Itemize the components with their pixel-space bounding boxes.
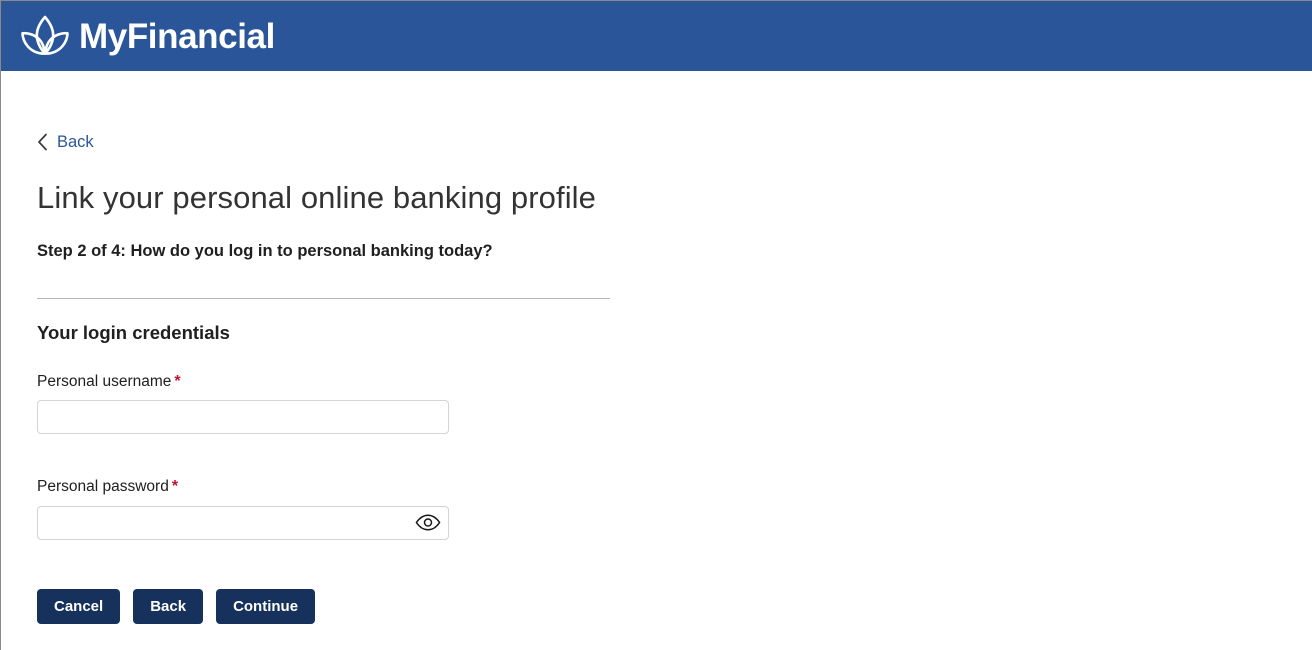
required-asterisk: * (174, 372, 181, 390)
username-field-group: Personal username * (37, 372, 1312, 435)
username-input-wrap (37, 400, 449, 435)
app-page: MyFinancial Back Link your personal onli… (0, 0, 1312, 650)
username-label-text: Personal username (37, 372, 172, 390)
chevron-left-icon (38, 133, 47, 151)
username-label: Personal username * (37, 373, 181, 390)
back-button[interactable]: Back (133, 588, 204, 624)
eye-icon (415, 514, 441, 531)
password-label: Personal password * (37, 478, 178, 495)
lotus-flower-icon (21, 15, 69, 55)
form-actions: Cancel Back Continue (37, 588, 1312, 624)
toggle-password-visibility-button[interactable] (415, 513, 441, 533)
password-label-text: Personal password (37, 478, 169, 496)
required-asterisk: * (171, 478, 179, 496)
app-header: MyFinancial (1, 1, 1312, 71)
continue-button[interactable]: Continue (216, 588, 316, 624)
step-indicator-text: Step 2 of 4: How do you log in to person… (37, 241, 493, 260)
section-title: Your login credentials (37, 322, 230, 344)
brand-title: MyFinancial (79, 16, 275, 56)
back-link-label: Back (57, 132, 94, 151)
password-input-wrap (37, 505, 449, 540)
password-field-group: Personal password * (37, 477, 1312, 540)
main-content: Back Link your personal online banking p… (1, 71, 1312, 624)
section-divider (37, 298, 610, 300)
personal-password-input[interactable] (37, 505, 449, 540)
personal-username-input[interactable] (37, 400, 449, 435)
page-title: Link your personal online banking profil… (37, 180, 597, 215)
back-link[interactable]: Back (37, 133, 94, 151)
cancel-button[interactable]: Cancel (37, 588, 121, 624)
